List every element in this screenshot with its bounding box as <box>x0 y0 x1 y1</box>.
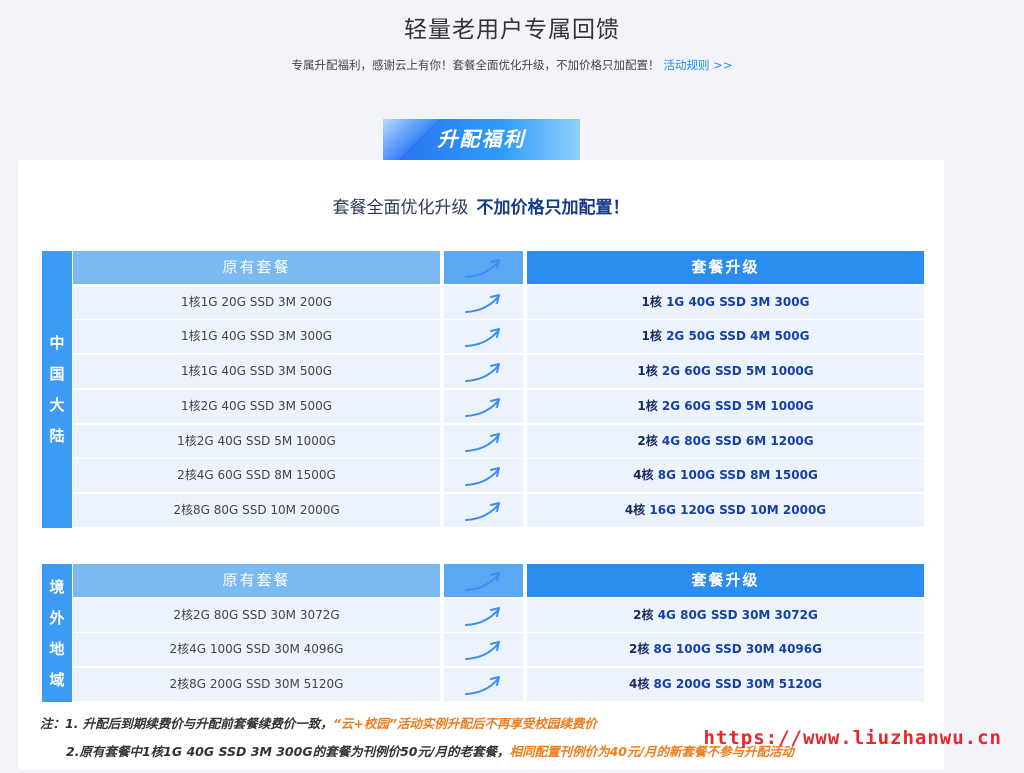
column-header-upgrade: 套餐升级 <box>527 251 924 284</box>
region-label-char: 国 <box>49 365 65 384</box>
upgrade-arrow-icon <box>464 640 500 660</box>
upgrade-arrow-icon <box>464 466 500 486</box>
upgrade-arrow-icon <box>464 432 500 452</box>
upgrade-plan-cell: 4核 16G 120G SSD 10M 2000G <box>527 494 924 527</box>
upgrade-arrow-icon <box>464 501 500 521</box>
page-subtitle: 专属升配福利，感谢云上有你！套餐全面优化升级，不加价格只加配置！ 活动规则 >> <box>0 57 1024 73</box>
upgrade-arrow-icon <box>464 362 500 382</box>
note-1-text: 注：1. 升配后到期续费价与升配前套餐续费价一致， <box>40 716 333 731</box>
column-header-arrow <box>444 251 523 284</box>
region-label: 中国大陆 <box>42 251 72 528</box>
original-plan-cell: 2核4G 60G SSD 8M 1500G <box>73 459 440 492</box>
original-plan-cell: 1核2G 40G SSD 3M 500G <box>73 390 440 423</box>
original-plan-cell: 1核1G 20G SSD 3M 200G <box>73 286 440 319</box>
upgrade-banner: 升配福利 <box>383 119 580 160</box>
region-label-char: 境 <box>49 577 65 596</box>
upgrade-arrow-icon <box>464 293 500 313</box>
original-plan-cell: 2核8G 80G SSD 10M 2000G <box>73 494 440 527</box>
note-2-text: 2.原有套餐中1核1G 40G SSD 3M 300G的套餐为刊例价50元/月的… <box>66 744 510 759</box>
arrow-cell <box>444 320 523 353</box>
arrow-cell <box>444 668 523 701</box>
upgrade-plan-cell: 4核 8G 100G SSD 8M 1500G <box>527 459 924 492</box>
headline-text: 套餐全面优化升级 <box>332 198 469 218</box>
arrow-cell <box>444 390 523 423</box>
upgrade-plan-cell: 4核 8G 200G SSD 30M 5120G <box>527 668 924 701</box>
original-plan-cell: 2核4G 100G SSD 30M 4096G <box>73 633 440 666</box>
upgrade-plan-cell: 2核 8G 100G SSD 30M 4096G <box>527 633 924 666</box>
arrow-cell <box>444 459 523 492</box>
column-header-original: 原有套餐 <box>73 251 440 284</box>
note-1: 注：1. 升配后到期续费价与升配前套餐续费价一致，“云+校园”活动实例升配后不再… <box>40 713 597 732</box>
original-plan-cell: 1核1G 40G SSD 3M 300G <box>73 320 440 353</box>
upgrade-arrow-icon <box>464 258 500 278</box>
upgrade-plan-cell: 1核 2G 50G SSD 4M 500G <box>527 320 924 353</box>
upgrade-arrow-icon <box>464 606 500 626</box>
region-label-char: 地 <box>49 639 65 658</box>
banner-label: 升配福利 <box>437 127 526 151</box>
arrow-cell <box>444 425 523 458</box>
original-plan-cell: 2核8G 200G SSD 30M 5120G <box>73 668 440 701</box>
rules-link[interactable]: 活动规则 >> <box>664 58 733 72</box>
page-title: 轻量老用户专属回馈 <box>404 17 620 43</box>
arrow-cell <box>444 599 523 632</box>
card-headline: 套餐全面优化升级 不加价格只加配置！ <box>18 193 944 218</box>
upgrade-arrow-icon <box>464 327 500 347</box>
region-label-char: 陆 <box>49 427 65 446</box>
upgrade-arrow-icon <box>464 675 500 695</box>
column-header-original: 原有套餐 <box>73 564 440 597</box>
original-plan-cell: 1核2G 40G SSD 5M 1000G <box>73 425 440 458</box>
region-label-char: 域 <box>49 670 65 689</box>
upgrade-plan-cell: 1核 1G 40G SSD 3M 300G <box>527 286 924 319</box>
region-label-char: 外 <box>49 608 65 627</box>
original-plan-cell: 2核2G 80G SSD 30M 3072G <box>73 599 440 632</box>
region-label: 境外地域 <box>42 564 72 702</box>
column-header-arrow <box>444 564 523 597</box>
original-plan-cell: 1核1G 40G SSD 3M 500G <box>73 355 440 388</box>
upgrade-plan-cell: 1核 2G 60G SSD 5M 1000G <box>527 355 924 388</box>
region-label-char: 大 <box>49 396 65 415</box>
upgrade-arrow-icon <box>464 571 500 591</box>
arrow-cell <box>444 286 523 319</box>
note-2: 2.原有套餐中1核1G 40G SSD 3M 300G的套餐为刊例价50元/月的… <box>66 741 794 760</box>
subtitle-text: 专属升配福利，感谢云上有你！套餐全面优化升级，不加价格只加配置！ <box>291 58 660 72</box>
column-header-upgrade: 套餐升级 <box>527 564 924 597</box>
arrow-cell <box>444 633 523 666</box>
upgrade-plan-cell: 2核 4G 80G SSD 30M 3072G <box>527 599 924 632</box>
upgrade-plan-cell: 1核 2G 60G SSD 5M 1000G <box>527 390 924 423</box>
watermark: https://www.liuzhanwu.cn <box>703 727 1002 749</box>
headline-emphasis: 不加价格只加配置！ <box>476 198 630 218</box>
arrow-cell <box>444 494 523 527</box>
upgrade-plan-cell: 2核 4G 80G SSD 6M 1200G <box>527 425 924 458</box>
upgrade-arrow-icon <box>464 397 500 417</box>
note-1-highlight: “云+校园”活动实例升配后不再享受校园续费价 <box>332 716 597 731</box>
region-label-char: 中 <box>49 334 65 353</box>
arrow-cell <box>444 355 523 388</box>
